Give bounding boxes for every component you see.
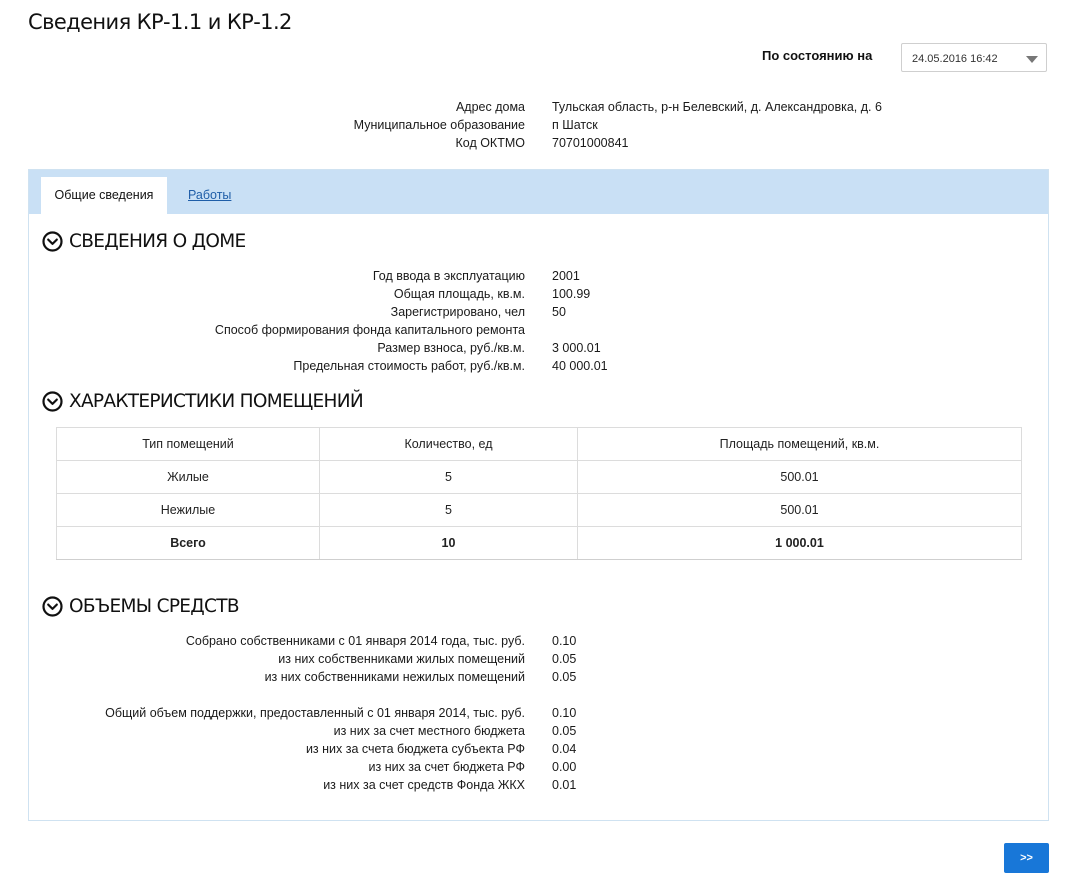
funds-row-value: 0.05 bbox=[552, 652, 577, 666]
table-cell: 500.01 bbox=[577, 493, 1022, 527]
house-row: Размер взноса, руб./кв.м. 3 000.01 bbox=[0, 339, 1070, 357]
oktmo-value: 70701000841 bbox=[552, 136, 629, 150]
municipal-row: Муниципальное образование п Шатск bbox=[0, 116, 1070, 134]
house-row: Предельная стоимость работ, руб./кв.м. 40… bbox=[0, 357, 1070, 375]
page-title: Сведения КР-1.1 и КР-1.2 bbox=[28, 10, 292, 34]
funds-row-label: Собрано собственниками с 01 января 2014 … bbox=[185, 634, 525, 648]
section-house-title: СВЕДЕНИЯ О ДОМЕ bbox=[69, 230, 246, 252]
funds-row: Общий объем поддержки, предоставленный с… bbox=[0, 704, 1070, 722]
state-date-select[interactable]: 24.05.2016 16:42 bbox=[901, 43, 1047, 72]
table-row: Жилые 5 500.01 bbox=[56, 460, 1022, 494]
rooms-table: Тип помещений Количество, ед Площадь пом… bbox=[56, 427, 1022, 560]
funds-row-value: 0.10 bbox=[552, 634, 577, 648]
table-cell: 500.01 bbox=[577, 460, 1022, 494]
house-row-label: Общая площадь, кв.м. bbox=[393, 287, 525, 301]
municipal-value: п Шатск bbox=[552, 118, 598, 132]
house-row-value: 3 000.01 bbox=[552, 341, 601, 355]
funds-row-label: из них за счета бюджета субъекта РФ bbox=[305, 742, 525, 756]
address-label: Адрес дома bbox=[455, 100, 525, 114]
table-cell: 5 bbox=[319, 493, 578, 527]
funds-row: из них за счет средств Фонда ЖКХ 0.01 bbox=[0, 776, 1070, 794]
table-cell: Нежилые bbox=[56, 493, 320, 527]
house-row-label: Год ввода в эксплуатацию bbox=[372, 269, 525, 283]
house-row-value: 2001 bbox=[552, 269, 580, 283]
table-cell: Всего bbox=[56, 526, 320, 560]
funds-row: из них за счет бюджета РФ 0.00 bbox=[0, 758, 1070, 776]
house-row-label: Размер взноса, руб./кв.м. bbox=[377, 341, 525, 355]
house-row: Год ввода в эксплуатацию 2001 bbox=[0, 267, 1070, 285]
table-cell: 1 000.01 bbox=[577, 526, 1022, 560]
chevron-down-icon bbox=[1026, 56, 1038, 63]
funds-row-value: 0.05 bbox=[552, 724, 577, 738]
spacer bbox=[0, 686, 1070, 704]
section-rooms-header[interactable]: ХАРАКТЕРИСТИКИ ПОМЕЩЕНИЙ bbox=[42, 390, 364, 412]
house-row-value: 50 bbox=[552, 305, 566, 319]
funds-row: из них за счет местного бюджета 0.05 bbox=[0, 722, 1070, 740]
table-cell: 5 bbox=[319, 460, 578, 494]
house-row-label: Зарегистрировано, чел bbox=[390, 305, 525, 319]
section-funds-title: ОБЪЕМЫ СРЕДСТВ bbox=[69, 595, 240, 617]
address-value: Тульская область, р-н Белевский, д. Алек… bbox=[552, 100, 882, 114]
section-rooms-title: ХАРАКТЕРИСТИКИ ПОМЕЩЕНИЙ bbox=[69, 390, 364, 412]
column-header: Количество, ед bbox=[319, 427, 578, 461]
address-info: Адрес дома Тульская область, р-н Белевск… bbox=[0, 98, 1070, 152]
section-funds-header[interactable]: ОБЪЕМЫ СРЕДСТВ bbox=[42, 595, 240, 617]
funds-row: Собрано собственниками с 01 января 2014 … bbox=[0, 632, 1070, 650]
table-total-row: Всего 10 1 000.01 bbox=[56, 526, 1022, 560]
funds-row-value: 0.00 bbox=[552, 760, 577, 774]
municipal-label: Муниципальное образование bbox=[353, 118, 525, 132]
funds-row-label: Общий объем поддержки, предоставленный с… bbox=[105, 706, 525, 720]
funds-row: из них за счета бюджета субъекта РФ 0.04 bbox=[0, 740, 1070, 758]
table-cell: Жилые bbox=[56, 460, 320, 494]
house-row: Способ формирования фонда капитального р… bbox=[0, 321, 1070, 339]
oktmo-row: Код ОКТМО 70701000841 bbox=[0, 134, 1070, 152]
house-row-label: Способ формирования фонда капитального р… bbox=[214, 323, 525, 337]
funds-row-value: 0.04 bbox=[552, 742, 577, 756]
section-house-header[interactable]: СВЕДЕНИЯ О ДОМЕ bbox=[42, 230, 246, 252]
funds-row-value: 0.01 bbox=[552, 778, 577, 792]
tab-bar: Общие сведения Работы bbox=[29, 170, 1048, 214]
state-date-label: По состоянию на bbox=[762, 48, 873, 63]
house-row: Зарегистрировано, чел 50 bbox=[0, 303, 1070, 321]
house-row-label: Предельная стоимость работ, руб./кв.м. bbox=[293, 359, 525, 373]
table-header-row: Тип помещений Количество, ед Площадь пом… bbox=[56, 427, 1022, 461]
funds-row-value: 0.10 bbox=[552, 706, 577, 720]
table-cell: 10 bbox=[319, 526, 578, 560]
next-button[interactable]: >> bbox=[1004, 843, 1049, 873]
funds-row-value: 0.05 bbox=[552, 670, 577, 684]
funds-row-label: из них собственниками жилых помещений bbox=[278, 652, 525, 666]
house-row-value: 40 000.01 bbox=[552, 359, 608, 373]
oktmo-label: Код ОКТМО bbox=[455, 136, 525, 150]
funds-row: из них собственниками нежилых помещений 0… bbox=[0, 668, 1070, 686]
tab-general[interactable]: Общие сведения bbox=[41, 177, 167, 214]
collapse-chevron-icon bbox=[42, 390, 63, 412]
house-row: Общая площадь, кв.м. 100.99 bbox=[0, 285, 1070, 303]
house-info: Год ввода в эксплуатацию 2001 Общая площа… bbox=[0, 267, 1070, 375]
column-header: Площадь помещений, кв.м. bbox=[577, 427, 1022, 461]
table-row: Нежилые 5 500.01 bbox=[56, 493, 1022, 527]
tab-works[interactable]: Работы bbox=[188, 188, 231, 202]
address-row: Адрес дома Тульская область, р-н Белевск… bbox=[0, 98, 1070, 116]
funds-row-label: из них собственниками нежилых помещений bbox=[264, 670, 525, 684]
collapse-chevron-icon bbox=[42, 595, 63, 617]
funds-row-label: из них за счет средств Фонда ЖКХ bbox=[323, 778, 525, 792]
funds-row-label: из них за счет бюджета РФ bbox=[368, 760, 525, 774]
state-date-value: 24.05.2016 16:42 bbox=[912, 53, 998, 65]
funds-row: из них собственниками жилых помещений 0.0… bbox=[0, 650, 1070, 668]
funds-info: Собрано собственниками с 01 января 2014 … bbox=[0, 632, 1070, 794]
house-row-value: 100.99 bbox=[552, 287, 591, 301]
column-header: Тип помещений bbox=[56, 427, 320, 461]
funds-row-label: из них за счет местного бюджета bbox=[333, 724, 525, 738]
collapse-chevron-icon bbox=[42, 230, 63, 252]
